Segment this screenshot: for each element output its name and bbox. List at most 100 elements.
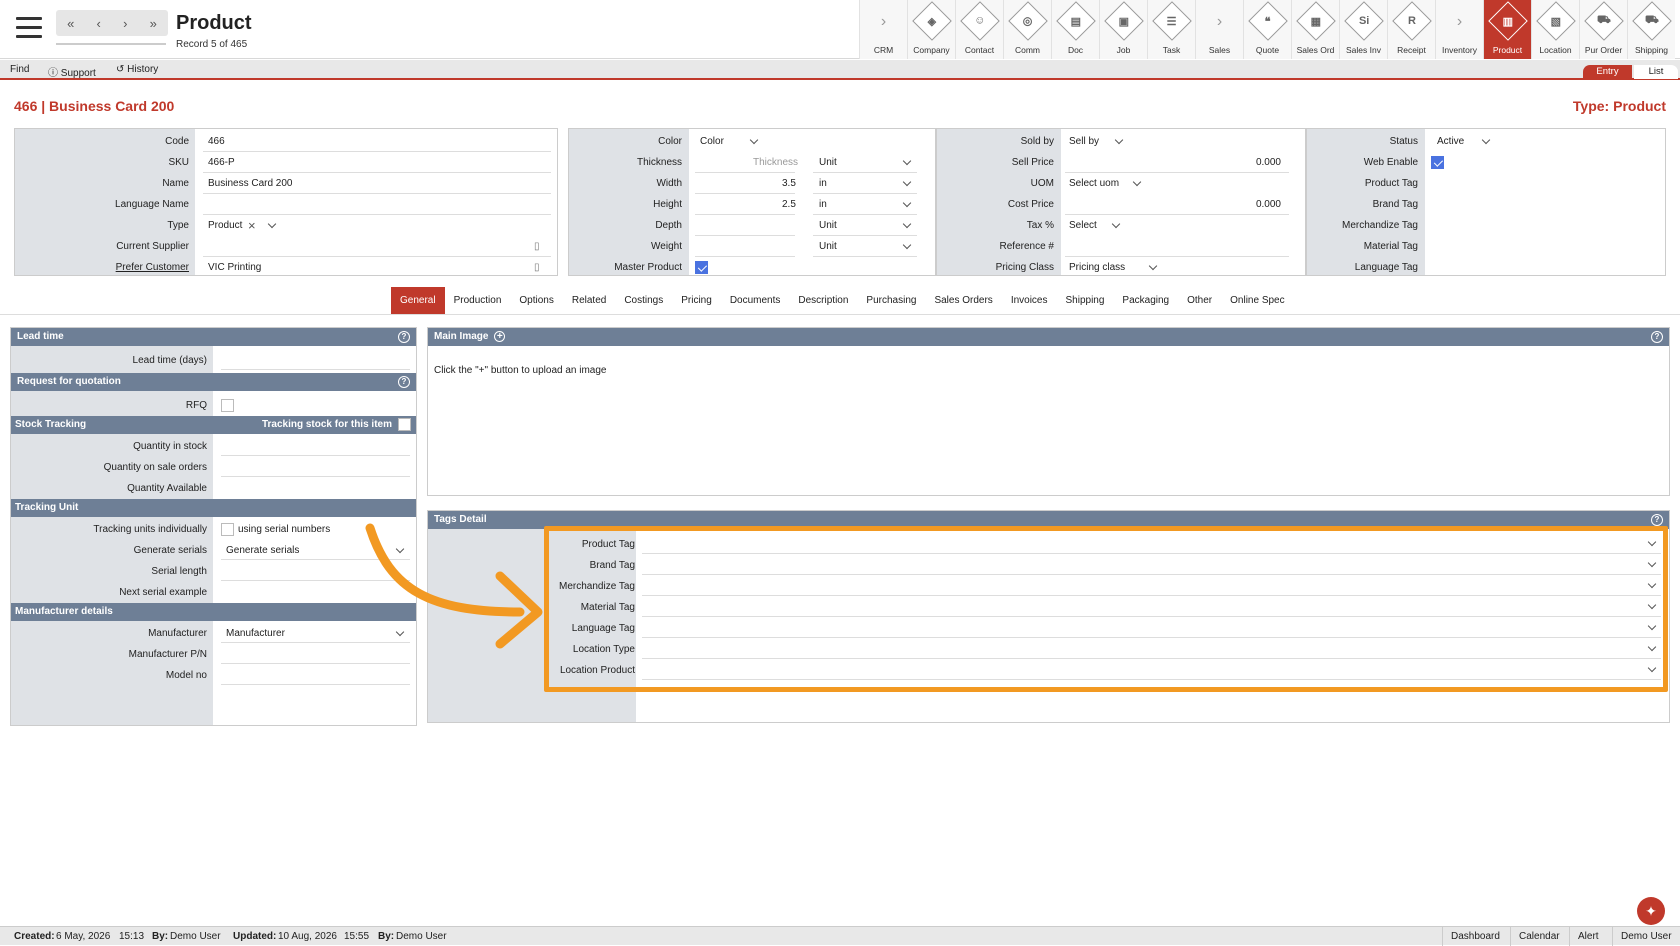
tab-packaging[interactable]: Packaging [1113,287,1178,314]
module-pur-order[interactable]: ⛟ Pur Order [1579,0,1627,59]
height-unit-select[interactable]: in [819,199,827,210]
color-select[interactable]: Color [700,136,724,147]
sold-by-select[interactable]: Sell by [1069,136,1099,147]
chevron-down-icon[interactable] [1111,219,1121,229]
height-input[interactable]: 2.5 [782,199,796,210]
weight-unit-select[interactable]: Unit [819,241,837,252]
history-button[interactable]: ↺ History [116,64,158,75]
module-location[interactable]: ▧ Location [1531,0,1579,59]
help-icon[interactable]: ? [1651,514,1663,526]
module-shipping[interactable]: ⛟ Shipping [1627,0,1675,59]
chevron-down-icon[interactable] [1647,537,1657,547]
chevron-down-icon[interactable] [1132,177,1142,187]
tag-select[interactable] [642,658,1661,659]
status-select[interactable]: Active [1437,136,1464,147]
tab-pricing[interactable]: Pricing [672,287,721,314]
lookup-icon[interactable]: ▯ [534,241,540,252]
chevron-down-icon[interactable] [395,627,405,637]
thickness-input[interactable]: Thickness [753,157,798,168]
list-view-button[interactable]: List [1634,65,1678,79]
help-icon[interactable]: ? [398,376,410,388]
module-contact[interactable]: ☺ Contact [955,0,1003,59]
model-no-input[interactable] [221,684,410,685]
clear-type-icon[interactable]: × [248,218,256,233]
tab-related[interactable]: Related [563,287,615,314]
thickness-unit-select[interactable]: Unit [819,157,837,168]
tab-online-spec[interactable]: Online Spec [1221,287,1293,314]
qty-sale-input[interactable] [221,476,410,477]
module-crm[interactable]: › CRM [859,0,907,59]
module-comm[interactable]: ◎ Comm [1003,0,1051,59]
tag-select[interactable] [642,616,1661,617]
module-sales-inv[interactable]: Si Sales Inv [1339,0,1387,59]
alert-link[interactable]: Alert [1569,927,1607,946]
chevron-down-icon[interactable] [902,156,912,166]
serial-length-input[interactable] [221,580,410,581]
uom-select[interactable]: Select uom [1069,178,1119,189]
module-inventory[interactable]: › Inventory [1435,0,1483,59]
chevron-down-icon[interactable] [267,219,277,229]
chevron-down-icon[interactable] [1647,642,1657,652]
module-product[interactable]: ▥ Product [1483,0,1531,59]
help-icon[interactable]: ? [1651,331,1663,343]
generate-serials-select[interactable]: Generate serials [226,545,299,556]
chevron-down-icon[interactable] [1647,579,1657,589]
tab-options[interactable]: Options [510,287,562,314]
serial-tracking-checkbox[interactable] [221,523,234,536]
chevron-down-icon[interactable] [749,135,759,145]
find-button[interactable]: Find [10,64,29,75]
chevron-down-icon[interactable] [902,240,912,250]
chevron-down-icon[interactable] [1148,261,1158,271]
menu-icon[interactable] [16,17,42,39]
tab-costings[interactable]: Costings [615,287,672,314]
width-unit-select[interactable]: in [819,178,827,189]
tag-select[interactable] [642,637,1661,638]
chevron-down-icon[interactable] [1647,621,1657,631]
code-field[interactable]: 466 [208,136,225,147]
chevron-down-icon[interactable] [902,177,912,187]
next-record-button[interactable]: › [123,16,127,31]
calendar-link[interactable]: Calendar [1510,927,1568,946]
module-sales[interactable]: › Sales [1195,0,1243,59]
tag-select[interactable] [642,595,1661,596]
tab-general[interactable]: General [391,287,445,314]
module-task[interactable]: ☰ Task [1147,0,1195,59]
first-record-button[interactable]: « [67,16,74,31]
web-enable-checkbox[interactable] [1431,156,1444,169]
help-icon[interactable]: ? [398,331,410,343]
chevron-down-icon[interactable] [902,198,912,208]
width-input[interactable]: 3.5 [782,178,796,189]
module-company[interactable]: ◈ Company [907,0,955,59]
name-field[interactable]: Business Card 200 [208,178,293,189]
chevron-down-icon[interactable] [1647,558,1657,568]
rfq-checkbox[interactable] [221,399,234,412]
assistant-icon[interactable]: ✦ [1637,897,1665,925]
tab-production[interactable]: Production [445,287,511,314]
type-select[interactable]: Product [208,220,242,231]
cost-price-input[interactable]: 0.000 [1256,199,1281,210]
module-sales-ord[interactable]: ▦ Sales Ord [1291,0,1339,59]
tab-sales-orders[interactable]: Sales Orders [925,287,1001,314]
manufacturer-select[interactable]: Manufacturer [226,628,285,639]
last-record-button[interactable]: » [150,16,157,31]
tag-select[interactable] [642,553,1661,554]
chevron-down-icon[interactable] [1647,663,1657,673]
manufacturer-pn-input[interactable] [221,663,410,664]
module-job[interactable]: ▣ Job [1099,0,1147,59]
module-doc[interactable]: ▤ Doc [1051,0,1099,59]
tab-shipping[interactable]: Shipping [1057,287,1114,314]
chevron-down-icon[interactable] [1647,600,1657,610]
tab-description[interactable]: Description [789,287,857,314]
module-receipt[interactable]: R Receipt [1387,0,1435,59]
tag-select[interactable] [642,574,1661,575]
prev-record-button[interactable]: ‹ [97,16,101,31]
sell-price-input[interactable]: 0.000 [1256,157,1281,168]
tax-select[interactable]: Select [1069,220,1097,231]
sku-field[interactable]: 466-P [208,157,235,168]
qty-stock-input[interactable] [221,455,410,456]
chevron-down-icon[interactable] [1114,135,1124,145]
chevron-down-icon[interactable] [395,544,405,554]
prefer-customer-field[interactable]: VIC Printing [208,262,261,273]
chevron-down-icon[interactable] [1481,135,1491,145]
pricing-class-select[interactable]: Pricing class [1069,262,1125,273]
